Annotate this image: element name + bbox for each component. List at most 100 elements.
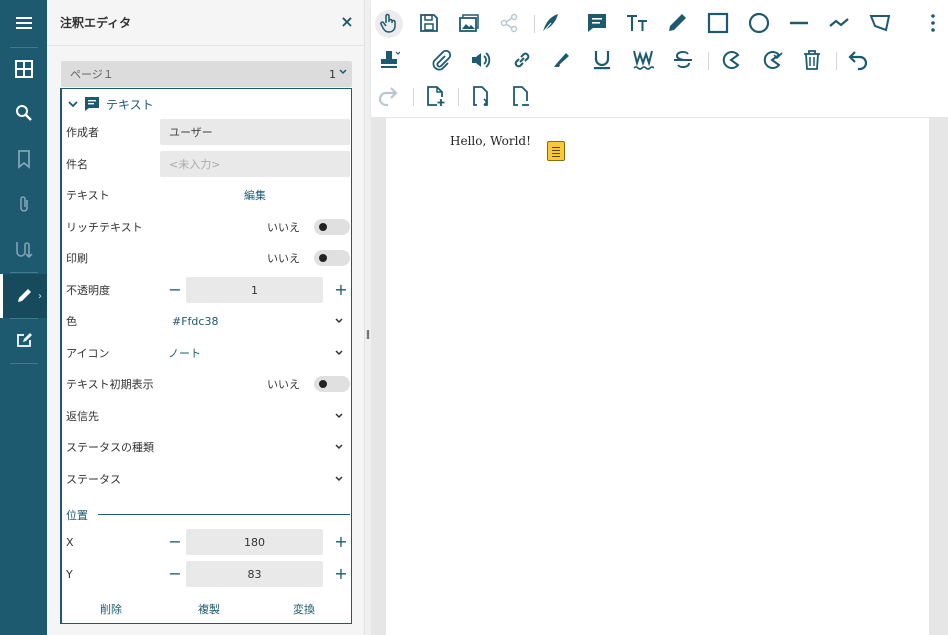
state-model-row[interactable]: ステータスの種類 bbox=[66, 433, 350, 461]
document-page[interactable]: Hello, World! bbox=[386, 118, 929, 635]
ink-pen-button[interactable] bbox=[536, 10, 564, 38]
delete-annotation-button[interactable] bbox=[798, 47, 826, 75]
annotation-editor-panel: 注釈エディタ × ページ１ 1 テキスト 作成者 ユーザー 件名 <未入力> テ… bbox=[47, 0, 365, 635]
open-value: いいえ bbox=[267, 378, 300, 391]
image-icon bbox=[458, 12, 480, 37]
delete-button[interactable]: 削除 bbox=[100, 601, 122, 617]
attachments-button[interactable] bbox=[0, 183, 47, 227]
share-button[interactable] bbox=[495, 10, 523, 38]
strikeout-button[interactable] bbox=[669, 47, 697, 75]
rich-text-value: いいえ bbox=[267, 221, 300, 234]
state-row[interactable]: ステータス bbox=[66, 465, 350, 493]
polyline-icon bbox=[828, 12, 850, 37]
chevron-down-icon bbox=[335, 350, 343, 356]
signature-button[interactable] bbox=[0, 228, 47, 272]
annotation-header[interactable]: テキスト bbox=[68, 95, 154, 113]
y-decrement-button[interactable]: − bbox=[168, 566, 182, 582]
print-toggle[interactable] bbox=[314, 250, 350, 266]
chevron-down-icon bbox=[335, 444, 343, 450]
sticky-note-button[interactable] bbox=[583, 10, 611, 38]
more-options-button[interactable] bbox=[919, 10, 947, 38]
save-button[interactable] bbox=[415, 10, 443, 38]
thumbnails-button[interactable] bbox=[0, 48, 47, 92]
line-button[interactable] bbox=[785, 10, 813, 38]
clone-button[interactable]: 複製 bbox=[198, 601, 220, 617]
state-label: ステータス bbox=[66, 473, 121, 486]
document-text: Hello, World! bbox=[450, 134, 531, 148]
rail-divider bbox=[10, 363, 38, 364]
redo-button[interactable] bbox=[375, 83, 403, 111]
rail-divider bbox=[10, 272, 38, 273]
sound-icon bbox=[470, 49, 492, 74]
new-page-button[interactable] bbox=[421, 83, 449, 111]
circle-icon bbox=[748, 12, 770, 37]
print-value: いいえ bbox=[267, 252, 300, 265]
panel-header: 注釈エディタ × bbox=[47, 0, 365, 46]
highlight-button[interactable] bbox=[548, 47, 576, 75]
polyline-button[interactable] bbox=[825, 10, 853, 38]
y-input[interactable]: 83 bbox=[186, 561, 323, 587]
icon-row[interactable]: アイコン ノート bbox=[66, 339, 350, 367]
opacity-decrement-button[interactable]: − bbox=[168, 282, 182, 298]
rich-text-toggle[interactable] bbox=[314, 219, 350, 235]
undo-icon bbox=[846, 49, 868, 74]
attachment-icon bbox=[14, 194, 34, 217]
convert-button[interactable]: 変換 bbox=[293, 601, 315, 617]
bookmarks-button[interactable] bbox=[0, 138, 47, 182]
menu-button[interactable] bbox=[0, 2, 47, 46]
toolbar-divider bbox=[836, 52, 837, 70]
x-increment-button[interactable]: + bbox=[334, 534, 348, 550]
search-button[interactable] bbox=[0, 92, 47, 136]
state-model-label: ステータスの種類 bbox=[66, 441, 154, 454]
text-edit-link[interactable]: 編集 bbox=[244, 187, 266, 203]
image-button[interactable] bbox=[455, 10, 483, 38]
form-editor-button[interactable] bbox=[0, 319, 47, 363]
x-input[interactable]: 180 bbox=[186, 529, 323, 555]
vertical-scrollbar[interactable] bbox=[929, 118, 948, 635]
rich-text-label: リッチテキスト bbox=[66, 221, 143, 234]
sticky-note-annotation[interactable] bbox=[547, 141, 565, 161]
squiggly-button[interactable] bbox=[629, 47, 657, 75]
annotation-editor-button[interactable]: › bbox=[0, 274, 47, 318]
stamp-button[interactable] bbox=[375, 47, 403, 75]
redact-icon bbox=[720, 49, 742, 74]
remove-page-button[interactable] bbox=[507, 83, 535, 111]
opacity-increment-button[interactable]: + bbox=[334, 282, 348, 298]
toolbar-divider bbox=[534, 15, 535, 33]
apply-redact-button[interactable] bbox=[758, 47, 786, 75]
undo-button[interactable] bbox=[843, 47, 871, 75]
sound-button[interactable] bbox=[467, 47, 495, 75]
menu-icon bbox=[14, 13, 34, 36]
position-divider bbox=[98, 514, 350, 515]
open-toggle[interactable] bbox=[314, 376, 350, 392]
opacity-input[interactable]: 1 bbox=[186, 277, 323, 303]
highlighter-icon bbox=[551, 49, 573, 74]
link-button[interactable] bbox=[508, 47, 536, 75]
close-icon[interactable]: × bbox=[339, 14, 355, 30]
y-increment-button[interactable]: + bbox=[334, 566, 348, 582]
insert-page-button[interactable] bbox=[467, 83, 495, 111]
page-select[interactable]: ページ１ 1 bbox=[61, 61, 352, 87]
color-row[interactable]: 色 #Ffdc38 bbox=[66, 307, 350, 335]
author-field[interactable]: ユーザー bbox=[160, 119, 350, 145]
x-decrement-button[interactable]: − bbox=[168, 534, 182, 550]
search-icon bbox=[14, 103, 34, 126]
attachment-button[interactable] bbox=[427, 47, 455, 75]
circle-button[interactable] bbox=[745, 10, 773, 38]
pan-tool-button[interactable] bbox=[375, 10, 403, 38]
subject-field[interactable]: <未入力> bbox=[160, 151, 350, 177]
line-icon bbox=[788, 12, 810, 37]
text-button[interactable] bbox=[623, 10, 651, 38]
pencil-button[interactable] bbox=[663, 10, 691, 38]
print-label: 印刷 bbox=[66, 252, 88, 265]
rectangle-button[interactable] bbox=[704, 10, 732, 38]
reply-to-label: 返信先 bbox=[66, 410, 99, 423]
document-viewer[interactable]: Hello, World! bbox=[371, 118, 948, 635]
color-label: 色 bbox=[66, 315, 77, 328]
rectangle-icon bbox=[707, 12, 729, 37]
polygon-button[interactable] bbox=[866, 10, 894, 38]
redact-button[interactable] bbox=[717, 47, 745, 75]
sticky-note-icon bbox=[586, 12, 608, 37]
reply-to-row[interactable]: 返信先 bbox=[66, 402, 350, 430]
underline-button[interactable] bbox=[588, 47, 616, 75]
